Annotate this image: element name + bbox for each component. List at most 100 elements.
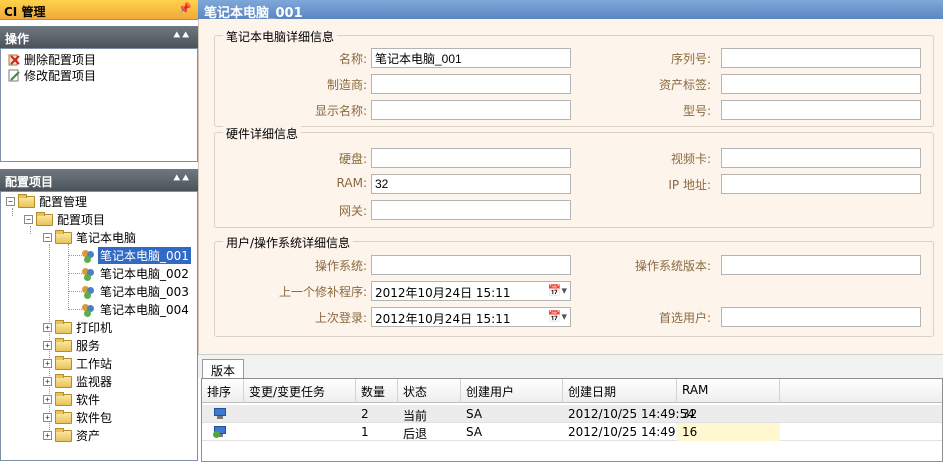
collapse-chevron-icon[interactable]: ⯅⯅ xyxy=(172,29,190,43)
calendar-dropdown-icon[interactable]: 📅▾ xyxy=(548,310,567,323)
expand-toggle-icon[interactable]: + xyxy=(43,377,52,386)
column-header-created-date[interactable]: 创建日期 xyxy=(563,379,677,403)
collapse-toggle-icon[interactable]: − xyxy=(24,215,33,224)
preferred-user-field[interactable] xyxy=(721,307,921,327)
tab-versions-label: 版本 xyxy=(211,364,236,378)
config-items-header[interactable]: 配置项目 ⯅⯅ xyxy=(0,169,198,191)
expand-toggle-icon[interactable]: + xyxy=(43,341,52,350)
last-patch-value: 2012年10月24日 15:11 xyxy=(375,286,511,300)
expand-toggle-icon[interactable]: + xyxy=(43,323,52,332)
edit-config-item-label: 修改配置项目 xyxy=(24,68,97,83)
tree-node-package[interactable]: + 软件包 xyxy=(43,409,112,426)
tree-node-laptop-003[interactable]: 笔记本电脑_003 xyxy=(81,283,191,300)
group-title: 笔记本电脑详细信息 xyxy=(223,28,338,45)
ip-address-field[interactable] xyxy=(721,174,921,194)
config-item-icon xyxy=(81,249,95,263)
tree-node-printer[interactable]: + 打印机 xyxy=(43,319,112,336)
last-patch-datepicker[interactable]: 2012年10月24日 15:11 📅▾ xyxy=(371,281,571,301)
tree-node-laptop-002[interactable]: 笔记本电脑_002 xyxy=(81,265,191,282)
preferred-user-label: 首选用户: xyxy=(658,311,711,325)
config-item-icon xyxy=(81,285,95,299)
tree-node-label: 工作站 xyxy=(76,357,113,371)
last-patch-label: 上一个修补程序: xyxy=(278,285,367,299)
serial-field[interactable] xyxy=(721,48,921,68)
video-card-field[interactable] xyxy=(721,148,921,168)
versions-grid: 排序 变更/变更任务 数量 状态 创建用户 创建日期 RAM 2 当前 SA 2… xyxy=(201,378,943,462)
expand-toggle-icon[interactable]: + xyxy=(43,431,52,440)
delete-config-item-action[interactable]: 删除配置项目 xyxy=(8,51,96,67)
actions-list: 删除配置项目 修改配置项目 xyxy=(0,48,198,162)
asset-tag-label: 资产标签: xyxy=(658,78,711,92)
tree-node-label: 监视器 xyxy=(76,375,113,389)
os-field[interactable] xyxy=(371,255,571,275)
os-version-field[interactable] xyxy=(721,255,921,275)
cell-ram[interactable]: 16 xyxy=(677,423,780,441)
collapse-chevron-icon[interactable]: ⯅⯅ xyxy=(172,172,190,186)
folder-icon xyxy=(55,337,72,352)
name-label: 名称: xyxy=(338,52,367,66)
column-header-filler xyxy=(780,379,942,403)
expand-toggle-icon[interactable]: + xyxy=(43,413,52,422)
tree-node-laptop-001[interactable]: 笔记本电脑_001 xyxy=(81,247,191,264)
tab-versions[interactable]: 版本 xyxy=(202,359,245,380)
collapse-toggle-icon[interactable]: − xyxy=(6,197,15,206)
tree-node-laptops[interactable]: − 笔记本电脑 xyxy=(43,229,136,246)
folder-open-icon xyxy=(36,211,53,226)
display-name-field[interactable] xyxy=(371,100,571,120)
cell-qty: 2 xyxy=(361,407,369,421)
config-item-icon xyxy=(81,303,95,317)
disk-field[interactable] xyxy=(371,148,571,168)
model-field[interactable] xyxy=(721,100,921,120)
expand-toggle-icon[interactable]: + xyxy=(43,359,52,368)
tree-node-config-management[interactable]: − 配置管理 xyxy=(6,193,87,210)
hardware-detail-group: 硬件详细信息 硬盘: 视频卡: RAM: IP 地址: 网关: xyxy=(214,125,934,228)
folder-icon xyxy=(55,391,72,406)
config-tree: − 配置管理 − 配置项目 − 笔记本电脑 笔记本电脑_001 笔记本电脑_00… xyxy=(0,191,198,461)
table-row[interactable]: 2 当前 SA 2012/10/25 14:49:54 32 xyxy=(202,405,942,423)
actions-header-label: 操作 xyxy=(5,32,30,46)
tree-node-label: 软件包 xyxy=(76,411,113,425)
tree-node-asset[interactable]: + 资产 xyxy=(43,427,100,444)
actions-header[interactable]: 操作 ⯅⯅ xyxy=(0,26,198,48)
asset-tag-field[interactable] xyxy=(721,74,921,94)
gateway-field[interactable] xyxy=(371,200,571,220)
column-header-status[interactable]: 状态 xyxy=(398,379,461,403)
maker-field[interactable] xyxy=(371,74,571,94)
ram-field[interactable] xyxy=(371,174,571,194)
cell-status: 当前 xyxy=(403,409,428,423)
tree-node-service[interactable]: + 服务 xyxy=(43,337,100,354)
calendar-dropdown-icon[interactable]: 📅▾ xyxy=(548,284,567,297)
ram-label: RAM: xyxy=(336,176,367,190)
column-header-qty[interactable]: 数量 xyxy=(356,379,398,403)
delete-config-item-label: 删除配置项目 xyxy=(24,52,97,67)
cell-created-by: SA xyxy=(466,425,483,439)
column-header-created-by[interactable]: 创建用户 xyxy=(461,379,563,403)
folder-icon xyxy=(55,319,72,334)
folder-open-icon xyxy=(55,229,72,244)
config-item-icon xyxy=(81,267,95,281)
name-field[interactable] xyxy=(371,48,571,68)
computer-add-icon xyxy=(213,426,226,438)
column-header-sort[interactable]: 排序 xyxy=(202,379,244,403)
computer-icon xyxy=(214,408,226,420)
folder-icon xyxy=(55,373,72,388)
collapse-toggle-icon[interactable]: − xyxy=(43,233,52,242)
tree-node-software[interactable]: + 软件 xyxy=(43,391,100,408)
tree-node-workstation[interactable]: + 工作站 xyxy=(43,355,112,372)
tree-node-label: 配置项目 xyxy=(57,213,106,227)
user-os-detail-group: 用户/操作系统详细信息 操作系统: 操作系统版本: 上一个修补程序: 2012年… xyxy=(214,234,934,337)
tree-node-config-items[interactable]: − 配置项目 xyxy=(24,211,105,228)
column-header-ram[interactable]: RAM xyxy=(677,379,780,403)
tree-node-monitor[interactable]: + 监视器 xyxy=(43,373,112,390)
edit-config-item-action[interactable]: 修改配置项目 xyxy=(8,67,96,83)
tree-node-label-selected: 笔记本电脑_001 xyxy=(98,247,191,264)
expand-toggle-icon[interactable]: + xyxy=(43,395,52,404)
last-login-datepicker[interactable]: 2012年10月24日 15:11 📅▾ xyxy=(371,307,571,327)
tree-node-laptop-004[interactable]: 笔记本电脑_004 xyxy=(81,301,191,318)
edit-icon xyxy=(8,69,21,82)
table-row[interactable]: 1 后退 SA 2012/10/25 14:49:39 16 xyxy=(202,423,942,441)
last-login-value: 2012年10月24日 15:11 xyxy=(375,312,511,326)
tree-node-label: 资产 xyxy=(76,429,101,443)
column-header-change[interactable]: 变更/变更任务 xyxy=(244,379,356,403)
pin-icon[interactable]: 📌 xyxy=(178,2,192,15)
